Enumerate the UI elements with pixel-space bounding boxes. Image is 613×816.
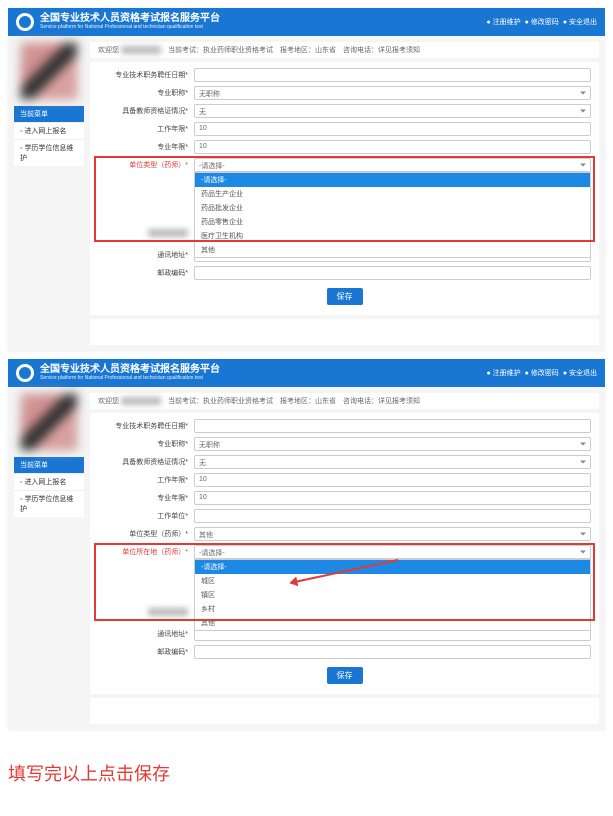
select-unit-type[interactable]: -请选择- — [194, 158, 591, 172]
footer-stripe-2 — [90, 698, 599, 724]
opt-loc-village[interactable]: 乡村 — [195, 602, 590, 616]
sidebar: 当前菜单 ◦ 进入网上报名 ◦ 学历学位信息维护 — [14, 42, 84, 166]
row-teacher-cert: 具备教师资格证情况* 无 — [98, 104, 591, 118]
dropdown-unit-type: -请选择- 药品生产企业 药品批发企业 药品零售企业 医疗卫生机构 其他 — [194, 172, 591, 258]
breadcrumb-2: 欢迎您 当前考试：执业药师职业资格考试 报考地区：山东省 咨询电话：详见报考须知 — [90, 393, 599, 409]
link-logout-2[interactable]: ● 安全退出 — [563, 368, 597, 378]
input-zipcode[interactable] — [194, 266, 591, 280]
link-logout[interactable]: ● 安全退出 — [563, 17, 597, 27]
opt-loc-other[interactable]: 其他 — [195, 616, 590, 630]
select-pro-title-2[interactable]: 无职称 — [194, 437, 591, 451]
opt-retail[interactable]: 药品零售企业 — [195, 215, 590, 229]
caption: 填写完以上点击保存 — [8, 760, 613, 786]
sidebar-heading: 当前菜单 — [14, 106, 84, 122]
body: 当前菜单 ◦ 进入网上报名 ◦ 学历学位信息维护 欢迎您 当前考试：执业药师职业… — [8, 36, 605, 351]
input-title-date-2[interactable] — [194, 419, 591, 433]
footer-stripe — [90, 319, 599, 345]
form-panel-2: 专业技术职务聘任日期* 专业职称* 无职称 具备教师资格证情况* 无 工作年限*… — [90, 413, 599, 694]
dropdown-unit-location: -请选择- 城区 镇区 乡村 其他 — [194, 559, 591, 631]
sidebar-item-edu-2[interactable]: ◦ 学历学位信息维护 — [14, 490, 84, 517]
opt-produce[interactable]: 药品生产企业 — [195, 187, 590, 201]
link-password-2[interactable]: ● 修改密码 — [525, 368, 559, 378]
save-button[interactable]: 保存 — [327, 288, 363, 305]
row-work-years: 工作年限* 10 — [98, 122, 591, 136]
sidebar-item-signup-2[interactable]: ◦ 进入网上报名 — [14, 473, 84, 490]
opt-loc-city[interactable]: 城区 — [195, 574, 590, 588]
sidebar-menu-2: 当前菜单 ◦ 进入网上报名 ◦ 学历学位信息维护 — [14, 457, 84, 517]
save-button-2[interactable]: 保存 — [327, 667, 363, 684]
sidebar-menu: 当前菜单 ◦ 进入网上报名 ◦ 学历学位信息维护 — [14, 106, 84, 166]
opt-please-select[interactable]: -请选择- — [195, 173, 590, 187]
main: 欢迎您 当前考试：执业药师职业资格考试 报考地区：山东省 咨询电话：详见报考须知… — [90, 42, 599, 345]
header-links: ● 注册维护 ● 修改密码 ● 安全退出 — [486, 17, 597, 27]
logo-icon — [16, 13, 34, 31]
input-zipcode-2[interactable] — [194, 645, 591, 659]
app-title: 全国专业技术人员资格考试报名服务平台 — [40, 14, 486, 24]
select-teacher-cert-2[interactable]: 无 — [194, 455, 591, 469]
link-profile-2[interactable]: ● 注册维护 — [486, 368, 520, 378]
input-work-years[interactable]: 10 — [194, 122, 591, 136]
sidebar-2: 当前菜单 ◦ 进入网上报名 ◦ 学历学位信息维护 — [14, 393, 84, 517]
select-unit-location[interactable]: -请选择- — [194, 545, 591, 559]
opt-wholesale[interactable]: 药品批发企业 — [195, 201, 590, 215]
select-unit-type-2[interactable]: 其他 — [194, 527, 591, 541]
form-panel: 专业技术职务聘任日期* 专业职称* 无职称 具备教师资格证情况* 无 工作年限*… — [90, 62, 599, 315]
row-title-date: 专业技术职务聘任日期* — [98, 68, 591, 82]
opt-other[interactable]: 其他 — [195, 243, 590, 257]
row-pro-title: 专业职称* 无职称 — [98, 86, 591, 100]
input-major-years-2[interactable]: 10 — [194, 491, 591, 505]
app-subtitle: Service platform for National Profession… — [40, 24, 486, 30]
link-password[interactable]: ● 修改密码 — [525, 17, 559, 27]
app-window-2: 全国专业技术人员资格考试报名服务平台 Service platform for … — [8, 359, 605, 730]
input-title-date[interactable] — [194, 68, 591, 82]
avatar — [20, 42, 78, 100]
sidebar-item-signup[interactable]: ◦ 进入网上报名 — [14, 122, 84, 139]
select-teacher-cert[interactable]: 无 — [194, 104, 591, 118]
logo-icon-2 — [16, 364, 34, 382]
input-major-years[interactable]: 10 — [194, 140, 591, 154]
header-title-wrap: 全国专业技术人员资格考试报名服务平台 Service platform for … — [40, 14, 486, 30]
breadcrumb: 欢迎您 当前考试：执业药师职业资格考试 报考地区：山东省 咨询电话：详见报考须知 — [90, 42, 599, 58]
input-work-years-2[interactable]: 10 — [194, 473, 591, 487]
opt-medical[interactable]: 医疗卫生机构 — [195, 229, 590, 243]
header-2: 全国专业技术人员资格考试报名服务平台 Service platform for … — [8, 359, 605, 387]
avatar-2 — [20, 393, 78, 451]
app-window-1: 全国专业技术人员资格考试报名服务平台 Service platform for … — [8, 8, 605, 351]
header: 全国专业技术人员资格考试报名服务平台 Service platform for … — [8, 8, 605, 36]
input-work-unit-2[interactable] — [194, 509, 591, 523]
row-unit-type: 单位类型（药师）* -请选择- -请选择- 药品生产企业 药品批发企业 药品零售… — [98, 158, 591, 172]
select-pro-title[interactable]: 无职称 — [194, 86, 591, 100]
sidebar-item-edu[interactable]: ◦ 学历学位信息维护 — [14, 139, 84, 166]
opt-loc-town[interactable]: 镇区 — [195, 588, 590, 602]
row-unit-location: 单位所在地（药师）* -请选择- -请选择- 城区 镇区 乡村 其他 — [98, 545, 591, 559]
row-major-years: 专业年限* 10 — [98, 140, 591, 154]
row-zipcode: 邮政编码* — [98, 266, 591, 280]
link-profile[interactable]: ● 注册维护 — [486, 17, 520, 27]
